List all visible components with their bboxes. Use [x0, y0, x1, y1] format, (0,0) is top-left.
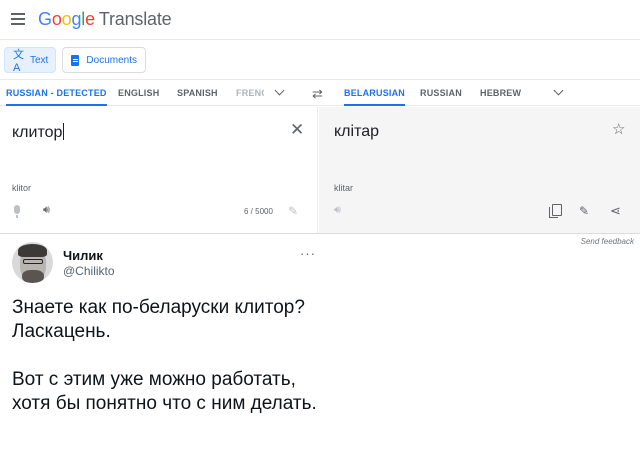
target-lang-belarusian[interactable]: BELARUSIAN	[344, 80, 406, 106]
source-lang-spanish[interactable]: SPANISH	[177, 80, 218, 106]
target-pane: клітар ☆ klitar 🔊︎ ✎ ⋖	[319, 107, 640, 233]
tweet-card: Чилик @Chilikto ··· Знаете как по-белару…	[0, 234, 328, 467]
translation-output: клітар	[334, 123, 380, 140]
more-options-icon[interactable]: ···	[300, 246, 316, 261]
target-lang-more-chevron-icon[interactable]	[553, 85, 564, 96]
target-lang-russian[interactable]: RUSSIAN	[420, 80, 462, 106]
document-icon	[71, 54, 80, 66]
avatar[interactable]	[12, 242, 53, 283]
tweet-paragraph: Вот с этим уже можно работать, хотя бы п…	[12, 369, 317, 414]
tweet-paragraph: Знаете как по-беларуски клитор? Ласкацен…	[12, 297, 305, 342]
tweet-text: Знаете как по-беларуски клитор? Ласкацен…	[12, 296, 322, 440]
suggest-edit-pencil-icon[interactable]: ✎	[579, 204, 589, 218]
source-lang-french[interactable]: FRENC	[236, 80, 264, 106]
product-name: Translate	[98, 9, 172, 29]
documents-mode-button[interactable]: Documents	[62, 47, 146, 73]
documents-mode-label: Documents	[86, 54, 137, 66]
source-lang-english[interactable]: ENGLISH	[118, 80, 159, 106]
source-pane: клитор ✕ klitor 🔊︎ 6 / 5000 ✎	[0, 107, 318, 233]
target-lang-hebrew[interactable]: HEBREW	[480, 80, 521, 106]
text-mode-button[interactable]: 文A Text	[4, 47, 56, 74]
tweet-display-name[interactable]: Чилик	[63, 248, 103, 263]
share-icon[interactable]: ⋖	[610, 203, 621, 219]
text-mode-label: Text	[30, 54, 49, 66]
translate-icon: 文A	[13, 49, 24, 74]
source-lang-detected[interactable]: RUSSIAN - DETECTED	[6, 80, 107, 106]
google-translate-logo[interactable]: Google Translate	[38, 9, 172, 30]
source-speaker-icon[interactable]: 🔊︎	[43, 204, 50, 217]
character-counter: 6 / 5000	[244, 207, 273, 216]
swap-languages-icon[interactable]: ⇄	[312, 86, 323, 102]
star-icon[interactable]: ☆	[612, 120, 625, 138]
send-feedback-link[interactable]: Send feedback	[581, 237, 634, 246]
microphone-icon[interactable]	[14, 205, 20, 218]
source-text-input[interactable]: клитор	[12, 123, 65, 142]
language-bar: RUSSIAN - DETECTED ENGLISH SPANISH FRENC…	[0, 79, 640, 106]
target-speaker-icon[interactable]: 🔊︎	[334, 204, 341, 217]
text-caret	[63, 123, 65, 140]
tweet-handle[interactable]: @Chilikto	[63, 264, 115, 278]
clear-text-close-icon[interactable]: ✕	[290, 120, 304, 140]
hamburger-icon[interactable]	[11, 13, 25, 25]
copy-icon[interactable]	[549, 204, 562, 218]
source-lang-more-chevron-icon[interactable]	[274, 85, 285, 96]
app-header: Google Translate	[0, 0, 640, 40]
mode-bar: 文A Text Documents	[0, 41, 640, 79]
edit-pencil-icon[interactable]: ✎	[288, 204, 298, 218]
target-transliteration: klitar	[334, 183, 354, 193]
source-transliteration: klitor	[12, 183, 32, 193]
